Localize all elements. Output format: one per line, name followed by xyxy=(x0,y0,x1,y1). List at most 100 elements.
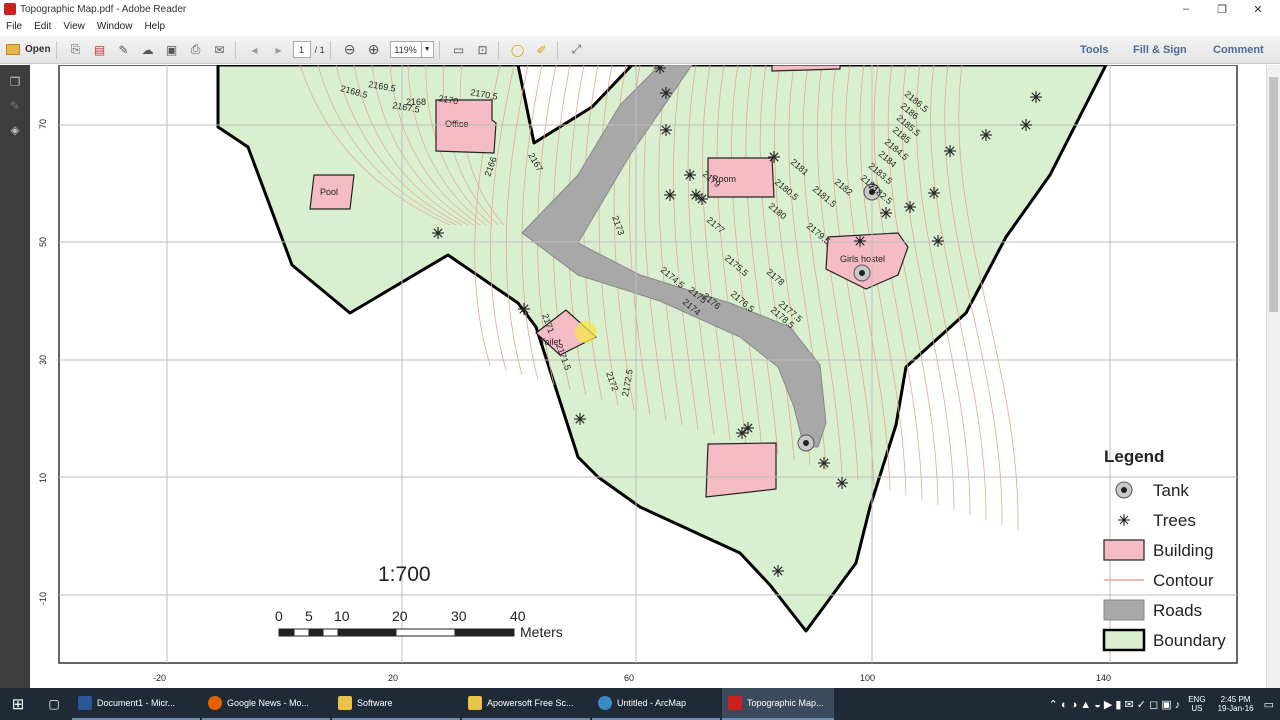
taskbar-item-label: Topographic Map... xyxy=(747,698,824,708)
fill-sign-pane-button[interactable]: Fill & Sign xyxy=(1133,36,1187,64)
legend-item-label: Boundary xyxy=(1153,631,1226,650)
language-indicator[interactable]: ENG US xyxy=(1188,695,1205,713)
highlight-button[interactable]: ✐ xyxy=(532,40,552,60)
document-view[interactable]: Office Pool Room Girls hostel Toilet 2168.5 2… xyxy=(30,65,1266,688)
scale-tick-label: 40 xyxy=(510,608,526,624)
tree-symbol xyxy=(944,145,956,157)
legend-item-label: Contour xyxy=(1153,571,1214,590)
vertical-scrollbar[interactable] xyxy=(1266,65,1280,688)
edit-pdf-button[interactable]: ✎ xyxy=(114,40,134,60)
task-view-icon[interactable]: ▢ xyxy=(36,688,72,720)
maximize-button[interactable]: ❐ xyxy=(1202,0,1242,18)
y-axis-tick-label: -10 xyxy=(38,592,48,605)
minimize-button[interactable]: – xyxy=(1166,0,1206,18)
zoom-input[interactable]: 119% xyxy=(389,41,422,58)
minus-icon: ⊖ xyxy=(343,41,356,57)
tree-symbol xyxy=(772,565,784,577)
system-tray: ⌃ ◐ ◑ ▲ ◒ ▶ ▮ ✉ ✓ ◻ ▣ ♪ ENG US 2:45 PM 1… xyxy=(1049,688,1274,720)
toolbar-separator xyxy=(497,40,499,59)
print-button[interactable]: ⎙ xyxy=(186,40,206,60)
tank-symbol xyxy=(853,264,871,282)
zoom-in-button[interactable]: ⊕ xyxy=(364,40,384,60)
cloud-button[interactable]: ☁ xyxy=(138,40,158,60)
save-button[interactable]: ▣ xyxy=(162,40,182,60)
folder-icon xyxy=(6,44,20,55)
email-button[interactable]: ✉ xyxy=(210,40,230,60)
tree-symbol xyxy=(928,187,940,199)
legend-item-label: Tank xyxy=(1153,481,1189,500)
tree-symbol xyxy=(768,151,780,163)
signature-icon[interactable]: ✎ xyxy=(7,99,23,113)
plus-icon: ⊕ xyxy=(367,41,380,57)
legend-item-label: Building xyxy=(1153,541,1214,560)
fit-width-icon: ⊡ xyxy=(477,42,488,57)
open-button[interactable]: Open xyxy=(6,40,51,60)
layers-icon[interactable]: ◈ xyxy=(7,123,23,137)
tools-pane-button[interactable]: Tools xyxy=(1080,36,1109,64)
scale-tick-label: 5 xyxy=(305,608,313,624)
zoom-dropdown[interactable]: ▼ xyxy=(421,41,434,58)
scale-tick-label: 20 xyxy=(392,608,408,624)
comment-pane-button[interactable]: Comment xyxy=(1213,36,1264,64)
taskbar-item-word[interactable]: Document1 - Micr... xyxy=(72,688,200,720)
clock-time: 2:45 PM xyxy=(1220,695,1251,704)
folder-icon xyxy=(468,696,482,710)
clock-date: 19-Jan-16 xyxy=(1217,704,1254,713)
tree-symbol xyxy=(854,235,866,247)
tree-symbol xyxy=(696,193,708,205)
fit-width-button[interactable]: ⊡ xyxy=(473,40,493,60)
taskbar-item-adobe-reader[interactable]: Topographic Map... xyxy=(722,688,834,720)
taskbar-item-firefox[interactable]: Google News - Mo... xyxy=(202,688,330,720)
toolbar-separator xyxy=(329,40,331,59)
sticky-note-button[interactable]: ◯ xyxy=(508,40,528,60)
tray-icons[interactable]: ⌃ ◐ ◑ ▲ ◒ ▶ ▮ ✉ ✓ ◻ ▣ ♪ xyxy=(1049,698,1181,711)
scrollbar-thumb[interactable] xyxy=(1269,77,1278,312)
page-thumbnails-icon[interactable]: ❐ xyxy=(7,75,23,89)
tree-symbol xyxy=(736,427,748,439)
tree-symbol xyxy=(1020,119,1032,131)
menu-help[interactable]: Help xyxy=(144,21,165,32)
read-mode-button[interactable]: ⤢ xyxy=(567,40,587,60)
create-pdf-button[interactable]: ⎘ xyxy=(66,40,86,60)
create-pdf-icon: ⎘ xyxy=(70,42,81,56)
close-button[interactable]: ✕ xyxy=(1238,0,1278,18)
taskbar-item-label: Google News - Mo... xyxy=(227,698,310,708)
window-title: Topographic Map.pdf - Adobe Reader xyxy=(20,3,187,15)
tree-symbol xyxy=(980,129,992,141)
tree-symbol xyxy=(684,169,696,181)
y-axis-tick-label: 50 xyxy=(38,237,48,247)
taskbar-item-apowersoft[interactable]: Apowersoft Free Sc... xyxy=(462,688,590,720)
edit-icon: ✎ xyxy=(118,42,129,57)
menu-edit[interactable]: Edit xyxy=(34,21,51,32)
prev-page-button[interactable]: ◂ xyxy=(245,40,265,60)
menu-file[interactable]: File xyxy=(6,21,22,32)
cursor-highlight xyxy=(575,321,597,343)
menu-view[interactable]: View xyxy=(63,21,85,32)
tank-center xyxy=(803,440,809,446)
export-pdf-button[interactable]: ▤ xyxy=(90,40,110,60)
y-axis-tick-label: 10 xyxy=(38,473,48,483)
menu-window[interactable]: Window xyxy=(97,21,133,32)
arcmap-icon xyxy=(598,696,612,710)
taskbar-item-arcmap[interactable]: Untitled - ArcMap xyxy=(592,688,720,720)
export-icon: ▤ xyxy=(93,42,106,57)
windows-start-icon[interactable]: ⊞ xyxy=(0,688,36,720)
tank-center xyxy=(859,270,865,276)
page-number-input[interactable]: 1 xyxy=(292,41,311,58)
scale-unit-label: Meters xyxy=(520,624,563,640)
contour-label: 2168 xyxy=(406,97,426,107)
scale-bar-segment xyxy=(322,628,339,637)
taskbar-item-software[interactable]: Software xyxy=(332,688,460,720)
x-axis-tick-label: 60 xyxy=(624,673,634,683)
fit-page-button[interactable]: ▭ xyxy=(449,40,469,60)
clock[interactable]: 2:45 PM 19-Jan-16 xyxy=(1218,695,1254,713)
highlighter-icon: ✐ xyxy=(536,42,547,57)
scale-tick-label: 0 xyxy=(275,608,283,624)
tree-symbol xyxy=(880,207,892,219)
scale-bar-segment xyxy=(308,628,324,637)
zoom-out-button[interactable]: ⊖ xyxy=(340,40,360,60)
legend-title: Legend xyxy=(1104,447,1164,466)
notification-icon[interactable]: ▭ xyxy=(1264,698,1274,711)
adobe-reader-icon xyxy=(728,696,742,710)
next-page-button[interactable]: ▸ xyxy=(269,40,289,60)
